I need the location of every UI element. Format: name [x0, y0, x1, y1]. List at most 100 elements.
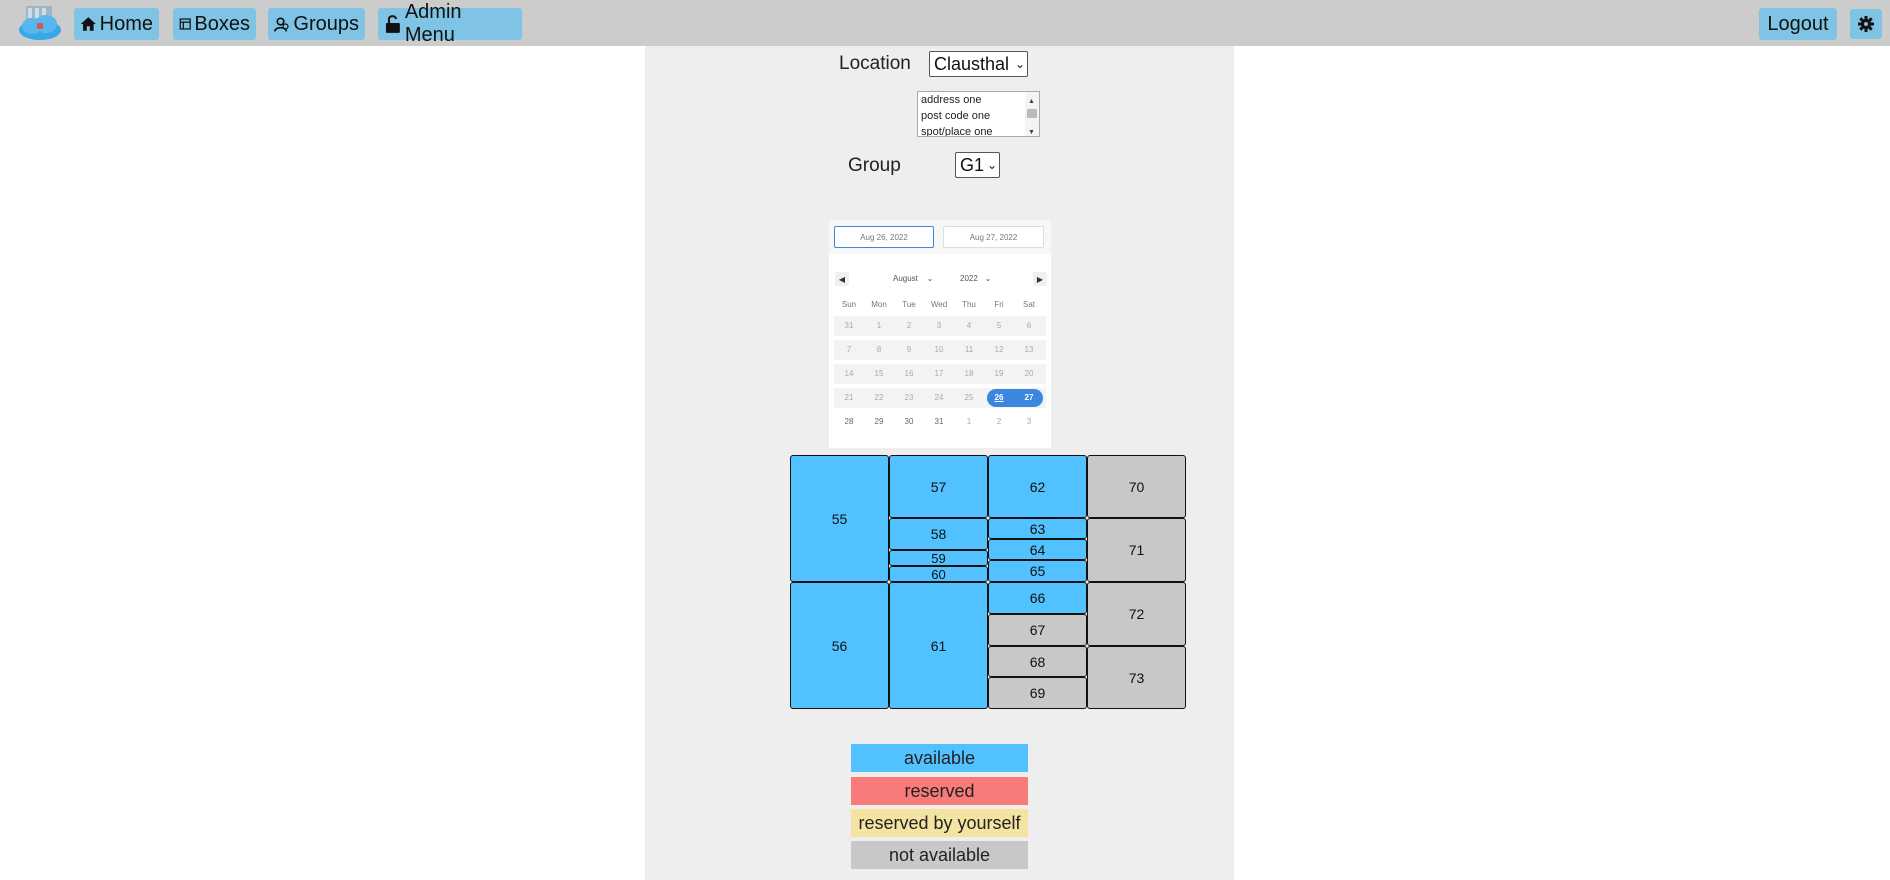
chevron-down-icon: ⌄ — [1014, 57, 1025, 71]
weekday-header: Tue — [902, 300, 916, 309]
calendar-day[interactable]: 20 — [1014, 365, 1044, 383]
month-select[interactable]: August ⌄ — [893, 274, 934, 283]
logout-label: Logout — [1767, 12, 1829, 35]
nav-admin-label: Admin Menu — [404, 1, 462, 46]
nav-groups-label: Groups — [293, 12, 359, 35]
box-69[interactable]: 69 — [988, 677, 1087, 709]
calendar-day[interactable]: 31 — [834, 317, 864, 335]
box-70[interactable]: 70 — [1087, 455, 1186, 518]
boxes-icon — [179, 18, 191, 30]
nav-boxes-label: Boxes — [194, 12, 250, 35]
settings-button[interactable] — [1850, 9, 1882, 39]
box-73[interactable]: 73 — [1087, 646, 1186, 709]
address-line-1: address one — [921, 94, 982, 106]
calendar-day[interactable]: 19 — [984, 365, 1014, 383]
calendar-day[interactable]: 11 — [954, 341, 984, 359]
legend-reserved: reserved — [851, 777, 1028, 805]
calendar-day[interactable]: 28 — [834, 413, 864, 431]
calendar-day[interactable]: 30 — [894, 413, 924, 431]
prev-month-button[interactable]: ◀ — [835, 272, 849, 286]
box-56[interactable]: 56 — [790, 582, 889, 709]
calendar-day[interactable]: 15 — [864, 365, 894, 383]
group-value: G1 — [960, 154, 985, 175]
calendar-day[interactable]: 22 — [864, 389, 894, 407]
box-67[interactable]: 67 — [988, 614, 1087, 646]
nav-groups-button[interactable]: Groups — [268, 8, 365, 40]
box-68[interactable]: 68 — [988, 646, 1087, 677]
box-59[interactable]: 59 — [889, 550, 988, 566]
calendar-day[interactable]: 5 — [984, 317, 1014, 335]
nav-admin-button[interactable]: Admin Menu — [378, 1, 522, 46]
box-62[interactable]: 62 — [988, 455, 1087, 518]
calendar-day[interactable]: 6 — [1014, 317, 1044, 335]
calendar-day[interactable]: 27 — [1014, 389, 1044, 407]
end-date-input[interactable]: Aug 27, 2022 — [943, 226, 1044, 248]
calendar-day[interactable]: 16 — [894, 365, 924, 383]
calendar-day[interactable]: 25 — [954, 389, 984, 407]
location-value: Clausthal — [934, 53, 1010, 74]
calendar-day[interactable]: 14 — [834, 365, 864, 383]
calendar-day[interactable]: 24 — [924, 389, 954, 407]
chevron-down-icon: ⌄ — [986, 158, 997, 172]
box-63[interactable]: 63 — [988, 518, 1087, 539]
calendar-day[interactable]: 10 — [924, 341, 954, 359]
calendar-day[interactable]: 21 — [834, 389, 864, 407]
address-listbox[interactable]: address one post code one spot/place one… — [917, 91, 1040, 137]
calendar-day[interactable]: 18 — [954, 365, 984, 383]
legend-available: available — [851, 744, 1028, 772]
nav-home-button[interactable]: Home — [74, 8, 159, 40]
calendar-day[interactable]: 2 — [894, 317, 924, 335]
nav-boxes-button[interactable]: Boxes — [173, 8, 256, 40]
calendar-day[interactable]: 3 — [924, 317, 954, 335]
address-line-2: post code one — [921, 110, 991, 122]
calendar-day[interactable]: 12 — [984, 341, 1014, 359]
calendar-day[interactable]: 4 — [954, 317, 984, 335]
legend-not-available: not available — [851, 841, 1028, 869]
calendar-day[interactable]: 2 — [984, 413, 1014, 431]
calendar-day[interactable]: 23 — [894, 389, 924, 407]
logout-button[interactable]: Logout — [1759, 8, 1837, 40]
calendar-day[interactable]: 3 — [1014, 413, 1044, 431]
legend-reserved-by-yourself: reserved by yourself — [851, 809, 1028, 837]
box-60[interactable]: 60 — [889, 566, 988, 582]
box-64[interactable]: 64 — [988, 539, 1087, 560]
box-61[interactable]: 61 — [889, 582, 988, 709]
home-icon — [80, 17, 96, 31]
groups-icon — [274, 17, 289, 32]
weekday-header: Sat — [1022, 300, 1035, 309]
top-navbar: Home Boxes Groups Admin Menu Logout — [0, 0, 1890, 46]
box-57[interactable]: 57 — [889, 455, 988, 518]
calendar-day[interactable]: 1 — [864, 317, 894, 335]
address-scrollbar[interactable]: ▲ ▼ — [1025, 92, 1039, 136]
calendar-day[interactable]: 1 — [954, 413, 984, 431]
year-select[interactable]: 2022 ⌄ — [960, 274, 991, 283]
box-66[interactable]: 66 — [988, 582, 1087, 614]
scroll-up-icon[interactable]: ▲ — [1028, 94, 1035, 110]
year-value: 2022 — [960, 274, 978, 283]
box-58[interactable]: 58 — [889, 518, 988, 550]
location-label: Location — [839, 53, 911, 74]
calendar-day[interactable]: 13 — [1014, 341, 1044, 359]
calendar-day[interactable]: 9 — [894, 341, 924, 359]
calendar-day[interactable]: 7 — [834, 341, 864, 359]
group-select[interactable]: G1 ⌄ — [955, 152, 1000, 178]
box-65[interactable]: 65 — [988, 560, 1087, 582]
calendar-day[interactable]: 26 — [984, 389, 1014, 407]
box-71[interactable]: 71 — [1087, 518, 1186, 582]
group-label: Group — [848, 155, 901, 176]
date-range-calendar: Aug 26, 2022 Aug 27, 2022 ◀ August ⌄ 202… — [829, 220, 1051, 448]
scrollbar-thumb[interactable] — [1027, 109, 1037, 118]
logo-cloud-icon[interactable] — [18, 4, 62, 42]
start-date-input[interactable]: Aug 26, 2022 — [834, 226, 934, 248]
box-72[interactable]: 72 — [1087, 582, 1186, 646]
weekday-header: Mon — [871, 300, 887, 309]
calendar-day[interactable]: 8 — [864, 341, 894, 359]
weekday-header: Wed — [930, 300, 948, 309]
box-55[interactable]: 55 — [790, 455, 889, 582]
location-select[interactable]: Clausthal ⌄ — [929, 51, 1028, 77]
calendar-day[interactable]: 31 — [924, 413, 954, 431]
calendar-day[interactable]: 17 — [924, 365, 954, 383]
scroll-down-icon[interactable]: ▼ — [1028, 125, 1035, 136]
next-month-button[interactable]: ▶ — [1033, 272, 1047, 286]
calendar-day[interactable]: 29 — [864, 413, 894, 431]
